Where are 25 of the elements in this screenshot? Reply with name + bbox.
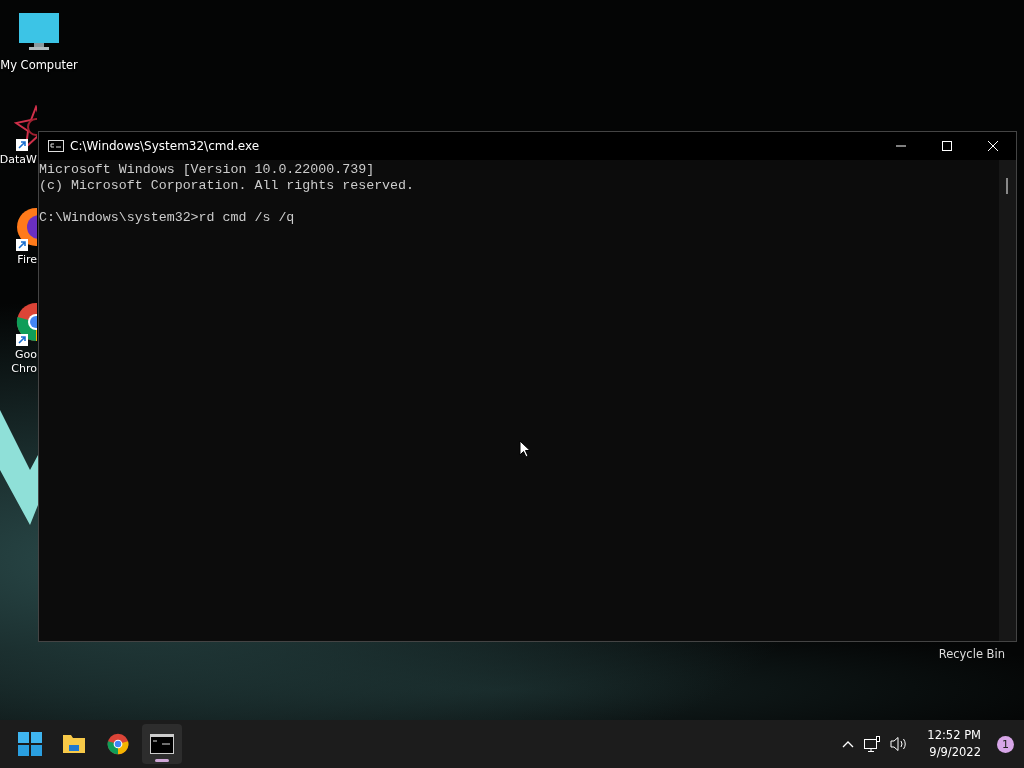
console-line: Microsoft Windows [Version 10.0.22000.739] bbox=[39, 162, 375, 178]
network-icon[interactable] bbox=[863, 735, 882, 753]
cursor-icon bbox=[519, 440, 531, 458]
notification-badge[interactable]: 1 bbox=[997, 735, 1014, 753]
console-line: (c) Microsoft Corporation. All rights reserved. bbox=[39, 178, 415, 194]
terminal-taskbar-button[interactable] bbox=[142, 724, 182, 764]
icon-label: My Computer bbox=[0, 58, 78, 72]
console-icon bbox=[48, 140, 64, 152]
icon-label: Chro bbox=[11, 362, 37, 376]
window-title: C:\Windows\System32\cmd.exe bbox=[70, 139, 261, 153]
icon-label: DataW bbox=[0, 153, 37, 167]
chrome-icon bbox=[106, 732, 130, 756]
icon-label: Recycle Bin bbox=[938, 647, 1005, 661]
clock-date[interactable]: 9/9/2022 bbox=[929, 744, 981, 761]
icon-label: Fire bbox=[17, 253, 37, 267]
windows-logo-icon bbox=[18, 732, 42, 756]
folder-icon bbox=[62, 732, 86, 756]
scrollbar[interactable] bbox=[999, 160, 1016, 641]
star-icon[interactable] bbox=[14, 105, 37, 149]
clock-time[interactable]: 12:52 PM bbox=[927, 727, 981, 744]
close-icon bbox=[987, 140, 999, 152]
command-line: C:\Windows\system32>rd cmd /s /q bbox=[39, 210, 295, 226]
icon-label: Goo bbox=[15, 348, 37, 362]
maximize-icon bbox=[941, 140, 953, 152]
terminal-icon bbox=[150, 734, 174, 754]
